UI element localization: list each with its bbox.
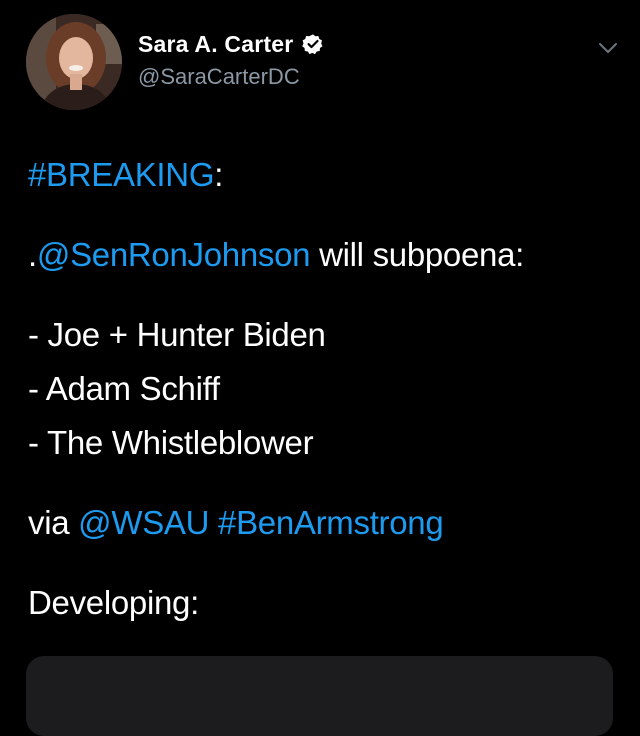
closing-line: Developing: — [28, 584, 199, 621]
via-space — [209, 504, 218, 541]
verified-badge-icon — [302, 33, 324, 55]
avatar[interactable] — [26, 14, 122, 110]
breaking-hashtag-link[interactable]: #BREAKING — [28, 156, 215, 193]
author-handle[interactable]: @SaraCarterDC — [138, 64, 324, 90]
mention-prefix: . — [28, 236, 37, 273]
avatar-image — [26, 14, 122, 110]
wsau-mention-link[interactable]: @WSAU — [78, 504, 209, 541]
chevron-down-icon[interactable] — [596, 36, 620, 60]
senronjohnson-mention-link[interactable]: @SenRonJohnson — [37, 236, 311, 273]
list-item: - Joe + Hunter Biden — [28, 316, 326, 353]
via-prefix: via — [28, 504, 79, 541]
breaking-colon: : — [214, 156, 224, 193]
breaking-line: #BREAKING: — [28, 148, 618, 202]
list-item: - The Whistleblower — [28, 424, 314, 461]
tweet-text: #BREAKING: .@SenRonJohnson will subpoena… — [28, 148, 618, 630]
link-preview-card[interactable] — [26, 656, 613, 736]
list-item: - Adam Schiff — [28, 370, 220, 407]
author-names: Sara A. Carter @SaraCarterDC — [138, 30, 324, 90]
tweet-header: Sara A. Carter @SaraCarterDC — [26, 14, 622, 114]
display-name-row: Sara A. Carter — [138, 30, 324, 58]
benarmstrong-hashtag-link[interactable]: #BenArmstrong — [218, 504, 444, 541]
display-name[interactable]: Sara A. Carter — [138, 31, 293, 58]
mention-suffix: will subpoena: — [310, 236, 525, 273]
via-line: via @WSAU #BenArmstrong — [28, 496, 618, 550]
mention-line: .@SenRonJohnson will subpoena: — [28, 228, 618, 282]
